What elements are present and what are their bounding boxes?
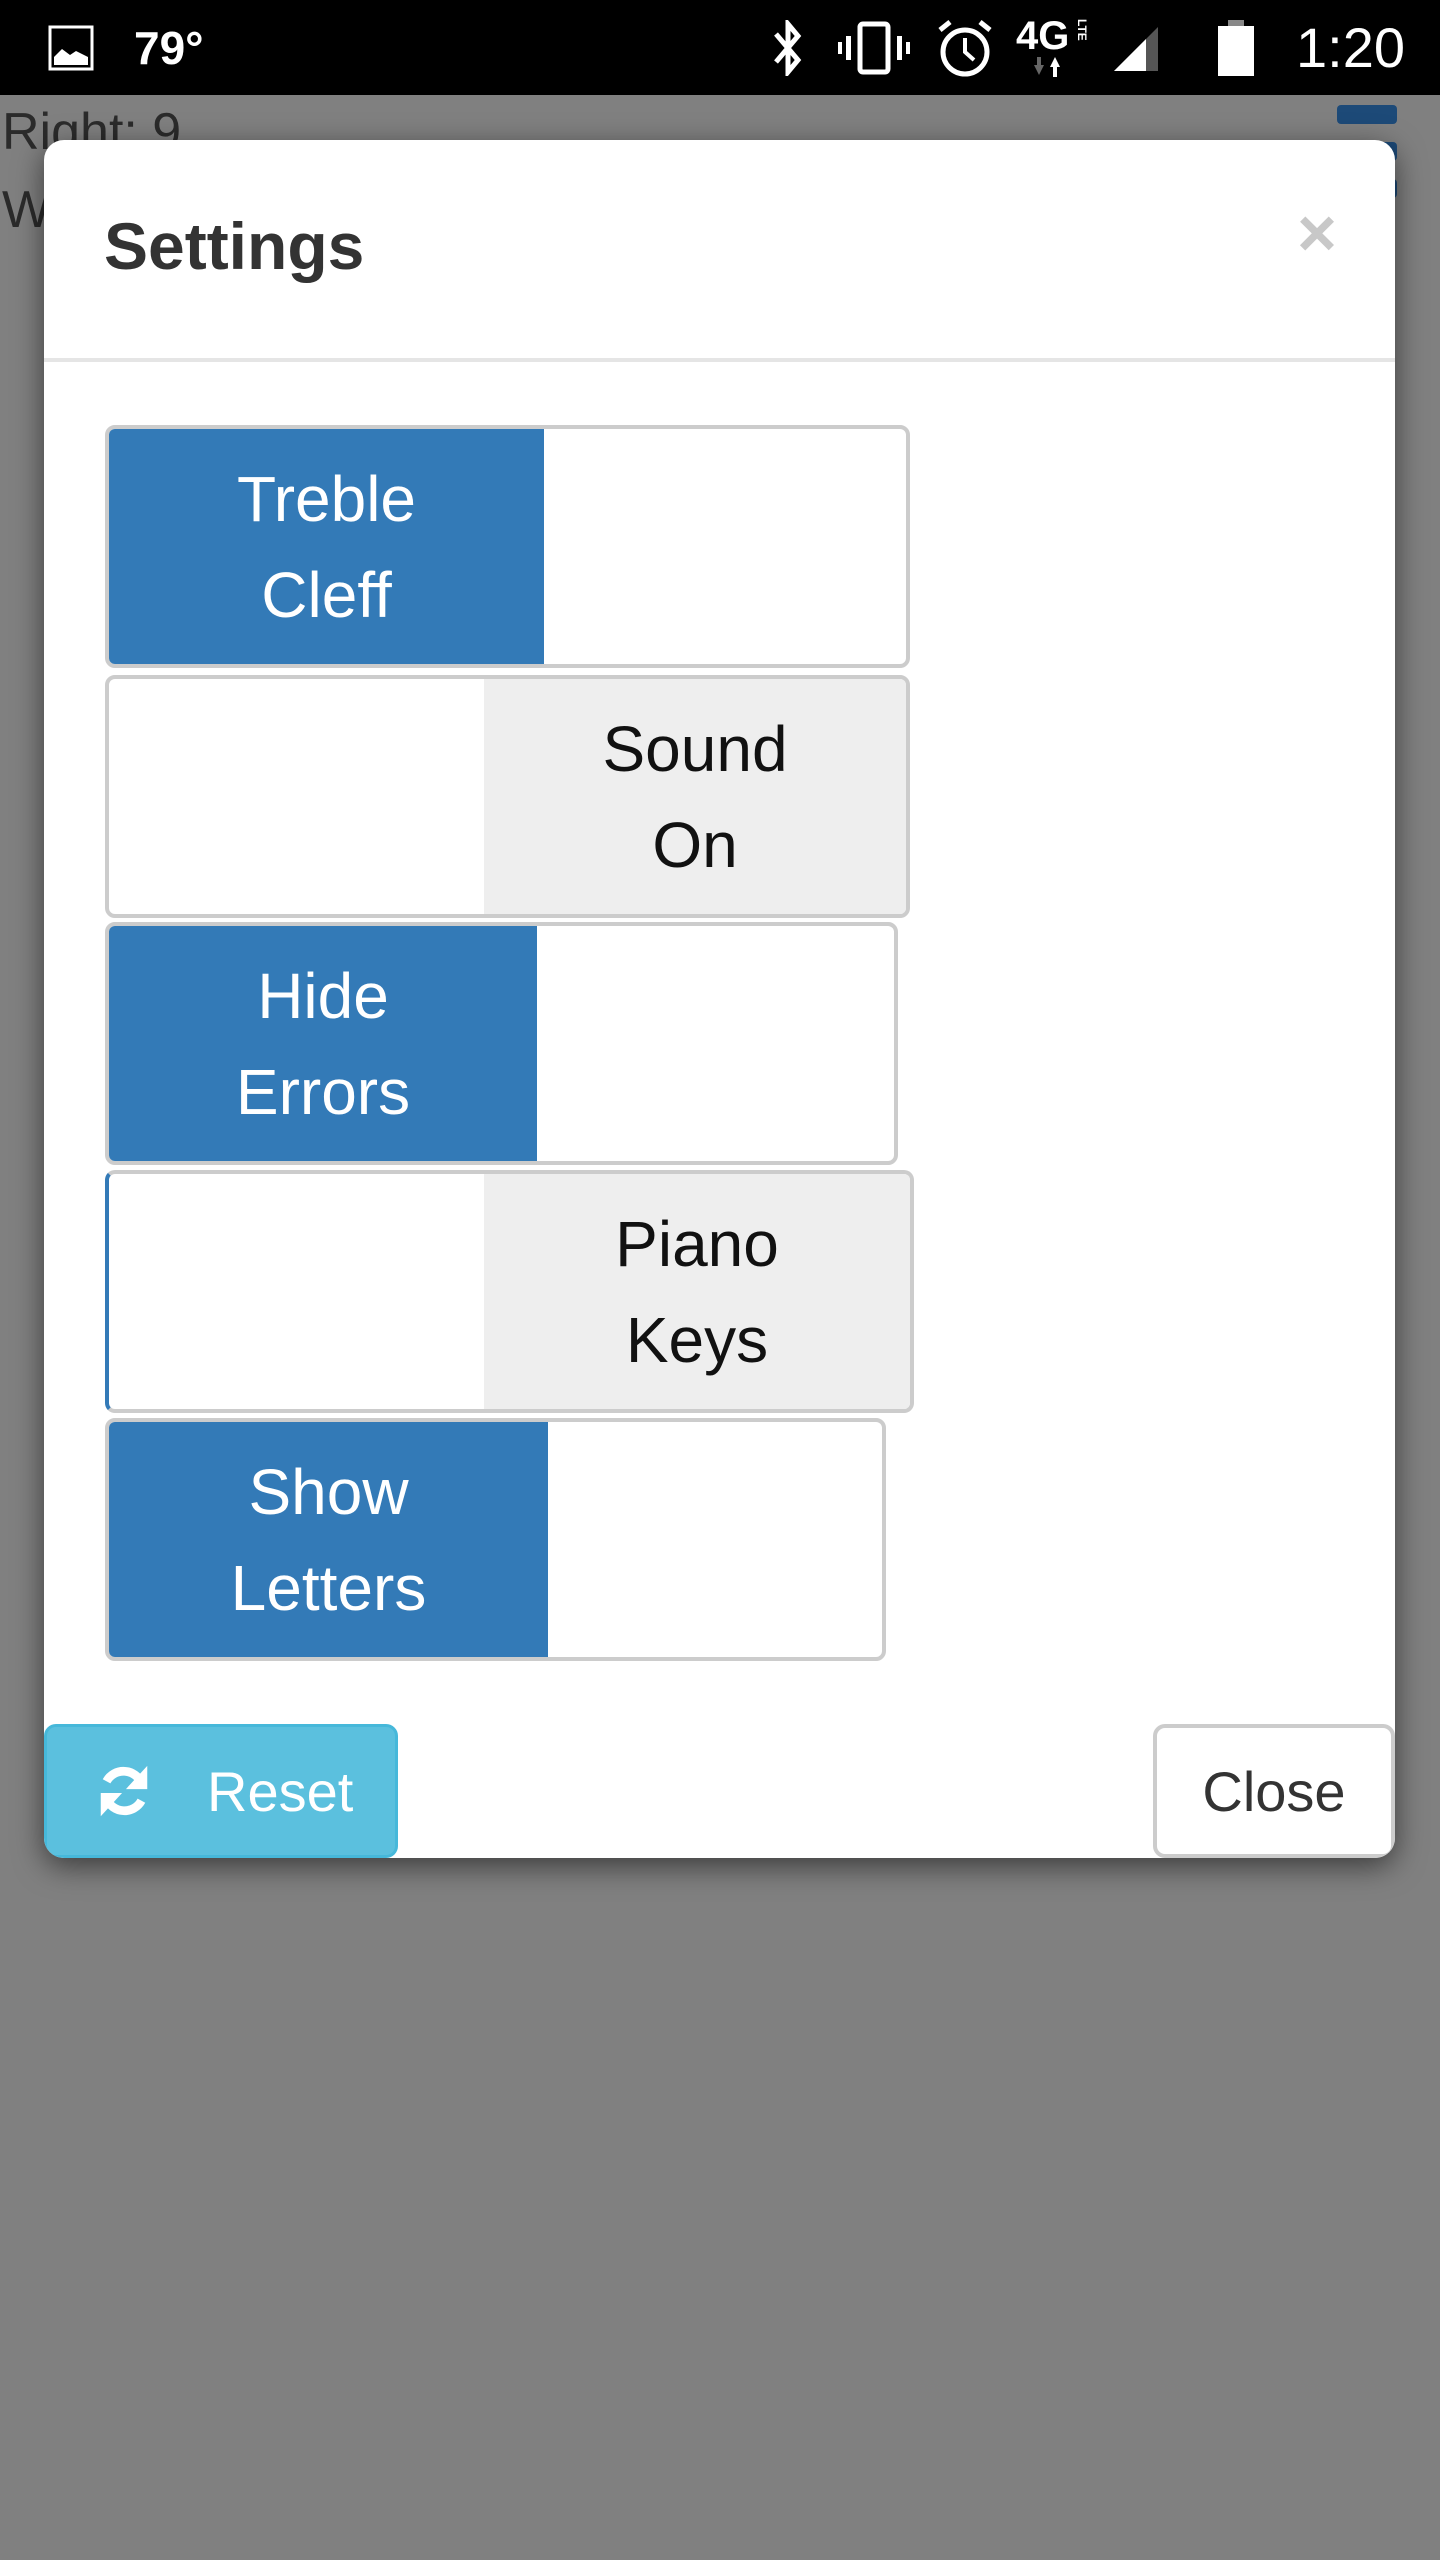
- toggle-on-label: Treble Cleff: [109, 429, 544, 664]
- alarm-icon: [936, 0, 994, 95]
- toggle-off-label: Piano Keys: [484, 1174, 910, 1409]
- close-button[interactable]: Close: [1153, 1724, 1395, 1858]
- image-notification-icon: [48, 0, 94, 95]
- header-divider: [44, 358, 1395, 362]
- 4g-lte-icon: 4G LTE: [1016, 0, 1106, 95]
- signal-icon: [1112, 0, 1162, 95]
- status-bar: 79° 4G LTE 1:20: [0, 0, 1440, 95]
- battery-icon: [1216, 0, 1256, 95]
- reset-label: Reset: [207, 1759, 354, 1823]
- close-icon[interactable]: ×: [1287, 198, 1347, 268]
- vibrate-icon: [836, 0, 912, 95]
- toggle-piano-keys[interactable]: Piano Keys: [105, 1170, 914, 1413]
- network-type: 4G: [1016, 14, 1069, 58]
- toggle-hide-errors[interactable]: Hide Errors: [105, 922, 898, 1165]
- toggle-on-label: Hide Errors: [109, 926, 537, 1161]
- reset-button[interactable]: Reset: [44, 1724, 398, 1858]
- modal-title: Settings: [104, 209, 365, 283]
- temperature: 79°: [134, 21, 204, 74]
- refresh-icon: [100, 1765, 148, 1817]
- bluetooth-icon: [768, 0, 808, 95]
- toggle-off-label: Sound On: [484, 679, 906, 914]
- toggle-sound-on[interactable]: Sound On: [105, 675, 910, 918]
- toggle-treble-cleff[interactable]: Treble Cleff: [105, 425, 910, 668]
- svg-text:LTE: LTE: [1075, 19, 1089, 41]
- toggle-show-letters[interactable]: Show Letters: [105, 1418, 886, 1661]
- settings-modal: Settings × Treble Cleff Sound On Hide Er…: [44, 140, 1395, 1858]
- toggle-on-label: Show Letters: [109, 1422, 548, 1657]
- clock: 1:20: [1296, 16, 1405, 79]
